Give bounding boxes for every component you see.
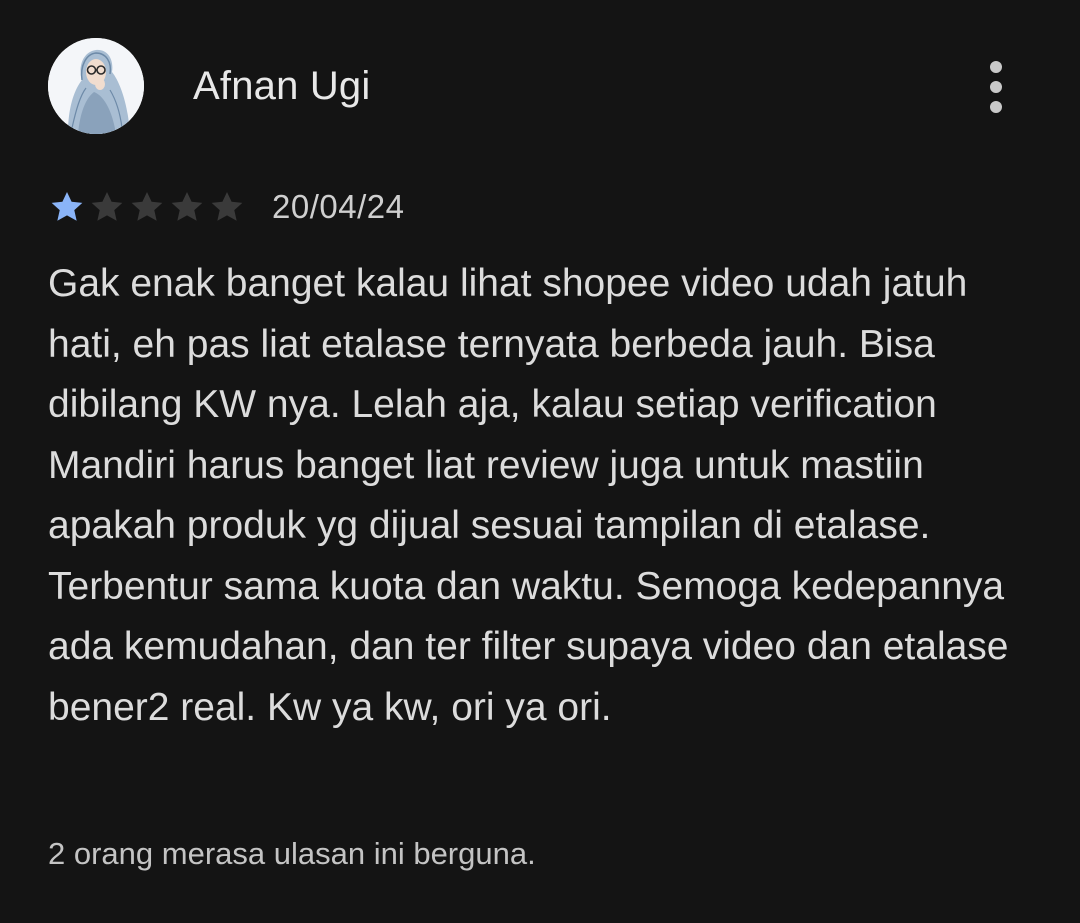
star-icon [171, 191, 203, 221]
star-icon [131, 191, 163, 221]
more-vert-icon [990, 81, 1002, 93]
star-icon [51, 191, 83, 221]
star-rating [48, 188, 246, 226]
helpful-count: 2 orang merasa ulasan ini berguna. [48, 836, 536, 871]
review-date: 20/04/24 [272, 188, 405, 225]
avatar [48, 38, 144, 134]
more-vert-icon [990, 101, 1002, 113]
star-icon [211, 191, 243, 221]
more-options-button[interactable] [972, 56, 1020, 118]
avatar-illustration-icon [48, 38, 144, 134]
review-card: Afnan Ugi 20/04/24 Gak enak banget kalau… [0, 0, 1080, 923]
review-text: Gak enak banget kalau lihat shopee video… [48, 262, 1009, 729]
author-name: Afnan Ugi [193, 64, 371, 108]
more-vert-icon [990, 61, 1002, 73]
star-icon [91, 191, 123, 221]
rating-row: 20/04/24 [48, 186, 404, 228]
